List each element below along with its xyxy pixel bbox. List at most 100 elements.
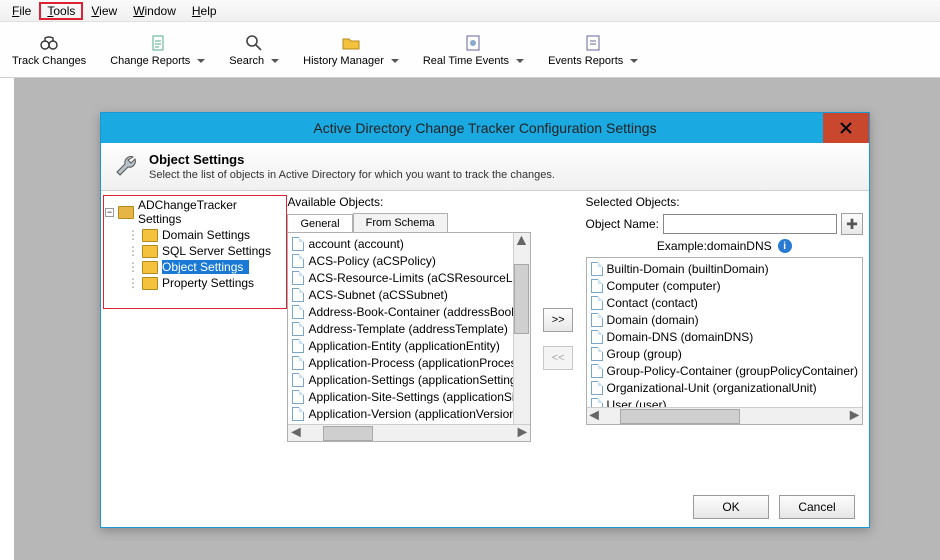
wrench-icon (113, 153, 141, 181)
page-icon (292, 390, 304, 404)
list-item[interactable]: Address-Book-Container (addressBookC (290, 303, 527, 320)
list-item-label: ACS-Subnet (aCSSubnet) (308, 288, 447, 302)
list-item[interactable]: Group (group) (589, 345, 860, 362)
list-item-label: Application-Settings (applicationSetting… (308, 373, 522, 387)
report-icon (148, 33, 168, 53)
tool-events-reports[interactable]: Events Reports (536, 23, 650, 77)
tool-track-changes[interactable]: Track Changes (0, 23, 98, 77)
list-item-label: Contact (contact) (607, 296, 698, 310)
page-icon (292, 322, 304, 336)
page-icon (292, 305, 304, 319)
info-icon[interactable]: i (778, 239, 792, 253)
chevron-down-icon (516, 59, 524, 63)
settings-tree[interactable]: − ADChangeTracker Settings ⋮Domain Setti… (105, 197, 281, 291)
list-item[interactable]: Group-Policy-Container (groupPolicyConta… (589, 362, 860, 379)
list-item[interactable]: ACS-Policy (aCSPolicy) (290, 252, 527, 269)
list-item-label: Group-Policy-Container (groupPolicyConta… (607, 364, 858, 378)
list-item-label: Address-Book-Container (addressBookC (308, 305, 525, 319)
tree-item-label: Domain Settings (162, 228, 250, 242)
list-item-label: Domain (domain) (607, 313, 699, 327)
dialog-close-button[interactable] (823, 113, 869, 143)
tree-line-icon: ⋮ (127, 260, 138, 274)
page-icon (292, 237, 304, 251)
list-item[interactable]: Application-Process (applicationProcess (290, 354, 527, 371)
tool-track-label: Track Changes (12, 55, 86, 67)
chevron-down-icon (271, 59, 279, 63)
tree-item[interactable]: ⋮Object Settings (105, 259, 281, 275)
ok-button[interactable]: OK (693, 495, 769, 519)
tool-realtime-events[interactable]: Real Time Events (411, 23, 536, 77)
add-name-button[interactable]: ✚ (841, 213, 863, 235)
binoculars-icon (39, 33, 59, 53)
list-item[interactable]: ACS-Resource-Limits (aCSResourceLim (290, 269, 527, 286)
close-icon (840, 122, 852, 134)
available-tabs: General From Schema (287, 213, 530, 232)
add-button[interactable]: >> (543, 308, 573, 332)
tree-item-label: SQL Server Settings (162, 244, 271, 258)
list-item-label: Builtin-Domain (builtinDomain) (607, 262, 769, 276)
object-name-label: Object Name: (586, 217, 659, 231)
dialog-titlebar: Active Directory Change Tracker Configur… (101, 113, 869, 143)
menu-help[interactable]: Help (184, 2, 225, 20)
example-text: Example:domainDNS (657, 239, 772, 253)
tab-from-schema[interactable]: From Schema (353, 213, 448, 232)
scrollbar-vertical[interactable]: ▲ (513, 233, 530, 424)
tree-item[interactable]: ⋮Domain Settings (105, 227, 281, 243)
scrollbar-horizontal[interactable]: ◄► (587, 407, 862, 424)
chevron-down-icon (391, 59, 399, 63)
menu-view[interactable]: View (83, 2, 125, 20)
folder-icon (142, 277, 158, 290)
tool-change-reports[interactable]: Change Reports (98, 23, 217, 77)
tree-root[interactable]: − ADChangeTracker Settings (105, 197, 281, 227)
list-item-label: Group (group) (607, 347, 682, 361)
list-item[interactable]: Organizational-Unit (organizationalUnit) (589, 379, 860, 396)
remove-button[interactable]: << (543, 346, 573, 370)
chevron-down-icon (630, 59, 638, 63)
menu-bar: File Tools View Window Help (0, 0, 940, 22)
object-name-input[interactable] (663, 214, 837, 234)
tool-search[interactable]: Search (217, 23, 291, 77)
folder-icon (142, 245, 158, 258)
list-item[interactable]: Application-Site-Settings (applicationSi… (290, 388, 527, 405)
available-listbox[interactable]: account (account)ACS-Policy (aCSPolicy)A… (287, 232, 530, 442)
page-icon (292, 288, 304, 302)
list-item[interactable]: Application-Entity (applicationEntity) (290, 337, 527, 354)
tree-item[interactable]: ⋮Property Settings (105, 275, 281, 291)
page-icon (292, 339, 304, 353)
list-item[interactable]: Builtin-Domain (builtinDomain) (589, 260, 860, 277)
list-item-label: Application-Entity (applicationEntity) (308, 339, 499, 353)
tree-root-label: ADChangeTracker Settings (138, 198, 281, 226)
tab-general[interactable]: General (287, 214, 352, 233)
collapse-icon[interactable]: − (105, 208, 114, 217)
list-item[interactable]: Application-Version (applicationVersion) (290, 405, 527, 422)
list-item[interactable]: Domain (domain) (589, 311, 860, 328)
list-item-label: Address-Template (addressTemplate) (308, 322, 507, 336)
tree-item-label: Property Settings (162, 276, 254, 290)
selected-panel: Selected Objects: Object Name: ✚ Example… (580, 191, 869, 487)
list-item-label: Application-Site-Settings (applicationSi… (308, 390, 524, 404)
tree-item[interactable]: ⋮SQL Server Settings (105, 243, 281, 259)
folder-icon (118, 206, 134, 219)
list-item[interactable]: Domain-DNS (domainDNS) (589, 328, 860, 345)
transfer-buttons: >> << (537, 191, 580, 487)
list-item[interactable]: Application-Settings (applicationSetting… (290, 371, 527, 388)
cancel-button[interactable]: Cancel (779, 495, 855, 519)
selected-listbox[interactable]: Builtin-Domain (builtinDomain) Computer (… (586, 257, 863, 425)
list-item[interactable]: account (account) (290, 235, 527, 252)
menu-file[interactable]: File (4, 2, 39, 20)
dialog-body: − ADChangeTracker Settings ⋮Domain Setti… (101, 191, 869, 487)
list-item[interactable]: Computer (computer) (589, 277, 860, 294)
page-icon (292, 407, 304, 421)
menu-tools[interactable]: Tools (39, 2, 83, 20)
menu-window[interactable]: Window (125, 2, 184, 20)
list-item[interactable]: ACS-Subnet (aCSSubnet) (290, 286, 527, 303)
tool-history-label: History Manager (303, 55, 384, 67)
list-item[interactable]: Contact (contact) (589, 294, 860, 311)
list-item[interactable]: Address-Template (addressTemplate) (290, 320, 527, 337)
scrollbar-horizontal[interactable]: ◄► (288, 424, 529, 441)
toolbar: Track Changes Change Reports Search Hist… (0, 22, 940, 78)
tool-history-manager[interactable]: History Manager (291, 23, 411, 77)
settings-tree-panel: − ADChangeTracker Settings ⋮Domain Setti… (101, 191, 285, 487)
list-item-label: Computer (computer) (607, 279, 721, 293)
page-icon (591, 296, 603, 310)
